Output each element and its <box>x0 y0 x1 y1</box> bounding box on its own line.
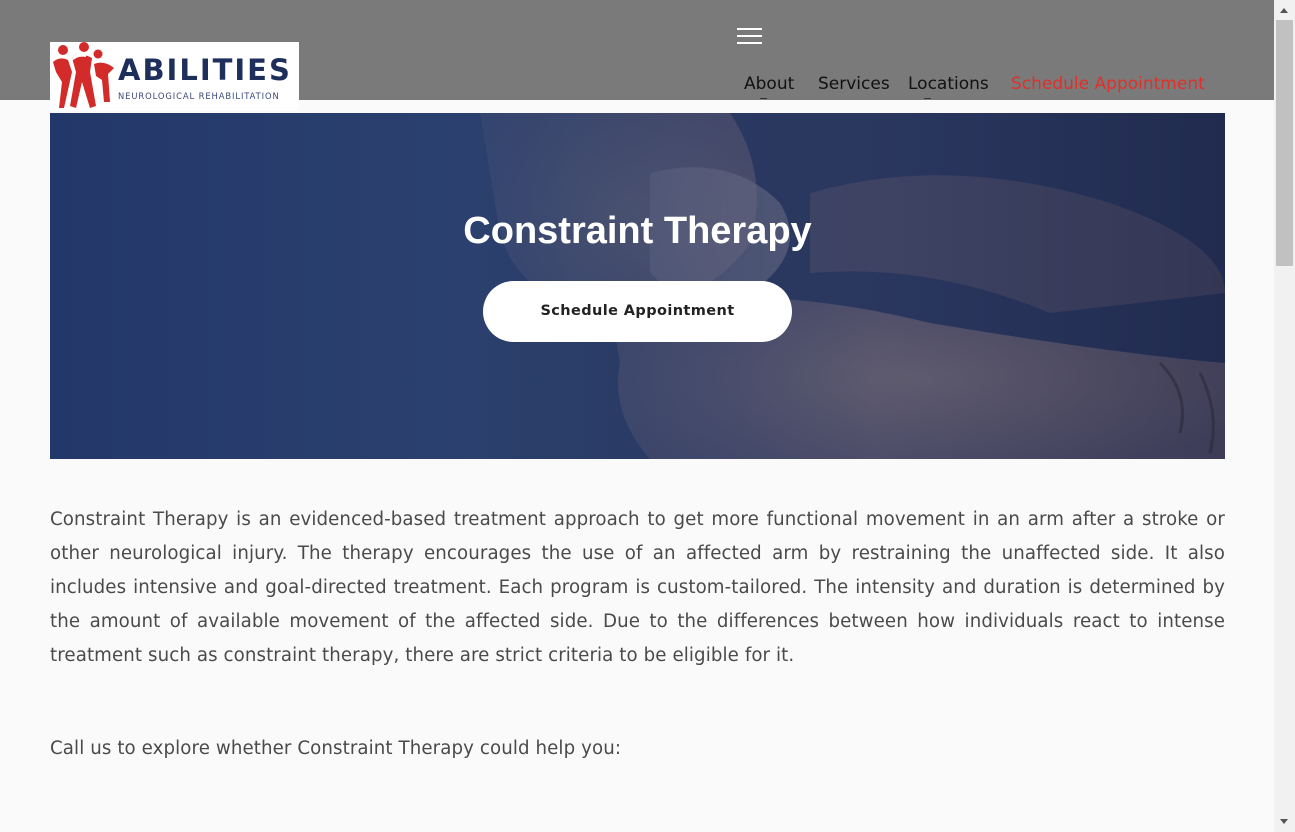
intro-paragraph: Constraint Therapy is an evidenced-based… <box>50 509 1225 666</box>
menu-bar <box>737 28 762 30</box>
menu-bar <box>737 42 762 44</box>
page: ABILITIES NEUROLOGICAL REHABILITATION Ab… <box>0 0 1274 832</box>
nav-schedule-label: Schedule Appointment <box>1011 74 1205 94</box>
scroll-up-arrow-icon[interactable] <box>1274 0 1295 20</box>
dropdown-indicator <box>924 98 931 99</box>
browser-viewport: ABILITIES NEUROLOGICAL REHABILITATION Ab… <box>0 0 1295 832</box>
scroll-down-arrow-icon[interactable] <box>1274 812 1295 832</box>
call-to-action-paragraph: Call us to explore whether Constraint Th… <box>50 738 622 759</box>
dropdown-indicator <box>760 98 767 99</box>
nav-locations-label: Locations <box>908 74 989 94</box>
logo-tagline: NEUROLOGICAL REHABILITATION <box>118 91 280 101</box>
nav-about-label: About <box>744 74 795 94</box>
menu-bar <box>737 35 762 37</box>
nav-item-about[interactable]: About <box>744 72 818 99</box>
hero-banner: Constraint Therapy Schedule Appointment <box>50 113 1225 459</box>
main-content: Constraint Therapy is an evidenced-based… <box>50 503 1225 766</box>
vertical-scrollbar[interactable] <box>1274 0 1295 832</box>
main-nav: About Services Locations Schedule Appoin… <box>744 72 1205 99</box>
scrollbar-thumb[interactable] <box>1276 20 1293 266</box>
page-title: Constraint Therapy <box>463 210 812 252</box>
nav-item-schedule-appointment[interactable]: Schedule Appointment <box>1011 72 1205 96</box>
hamburger-menu-icon[interactable] <box>737 26 762 44</box>
schedule-appointment-button[interactable]: Schedule Appointment <box>483 281 792 342</box>
nav-item-locations[interactable]: Locations <box>908 72 1011 99</box>
site-logo[interactable]: ABILITIES NEUROLOGICAL REHABILITATION <box>50 42 299 111</box>
nav-services-label: Services <box>818 74 890 94</box>
nav-item-services[interactable]: Services <box>818 72 908 96</box>
logo-wordmark: ABILITIES <box>118 53 292 87</box>
abilities-logo-figures-icon <box>53 42 114 108</box>
